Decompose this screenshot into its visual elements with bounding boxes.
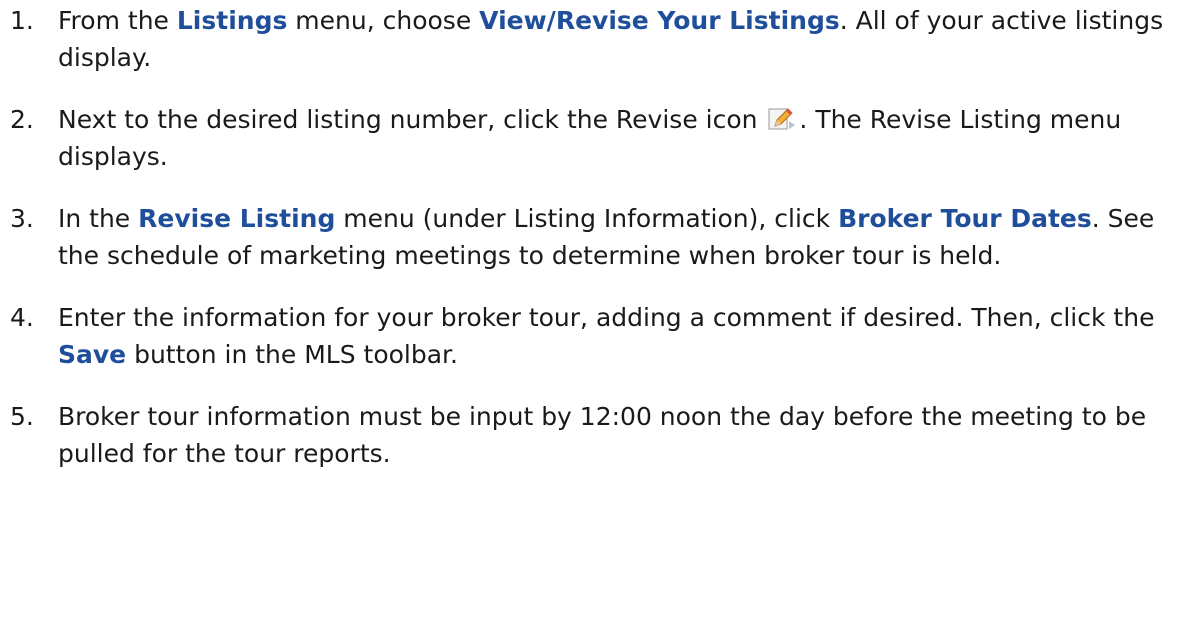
menu-keyword: Save bbox=[58, 340, 127, 369]
step-text-segment: Next to the desired listing number, clic… bbox=[58, 105, 766, 134]
step-number: 1. bbox=[10, 6, 34, 35]
step-item-5: 5. Broker tour information must be input … bbox=[0, 398, 1202, 472]
step-text-segment: menu (under Listing Information), click bbox=[335, 204, 839, 233]
step-text: Enter the information for your broker to… bbox=[58, 303, 1154, 369]
step-list: 1. From the Listings menu, choose View/Re… bbox=[0, 2, 1202, 472]
step-text-segment: Broker tour information must be input by… bbox=[58, 402, 1147, 468]
menu-keyword: Listings bbox=[176, 6, 288, 35]
step-text-segment: menu, choose bbox=[287, 6, 480, 35]
step-number: 3. bbox=[10, 204, 34, 233]
menu-keyword: View/Revise Your Listings bbox=[479, 6, 840, 35]
step-text-segment: button in the MLS toolbar. bbox=[126, 340, 458, 369]
step-text: Broker tour information must be input by… bbox=[58, 402, 1146, 468]
step-item-4: 4. Enter the information for your broker … bbox=[0, 299, 1202, 373]
step-text-segment: From the bbox=[58, 6, 177, 35]
step-item-2: 2. Next to the desired listing number, cl… bbox=[0, 101, 1202, 175]
step-text: In the Revise Listing menu (under Listin… bbox=[58, 204, 1154, 270]
revise-pencil-icon bbox=[767, 106, 797, 132]
step-text-segment: In the bbox=[58, 204, 139, 233]
instructions-document: 1. From the Listings menu, choose View/Re… bbox=[0, 0, 1202, 633]
step-text: Next to the desired listing number, clic… bbox=[58, 105, 1121, 171]
step-number: 5. bbox=[10, 402, 34, 431]
step-item-3: 3. In the Revise Listing menu (under List… bbox=[0, 200, 1202, 274]
step-item-1: 1. From the Listings menu, choose View/Re… bbox=[0, 2, 1202, 76]
step-text-segment: Enter the information for your broker to… bbox=[58, 303, 1155, 332]
step-number: 2. bbox=[10, 105, 34, 134]
menu-keyword: Revise Listing bbox=[138, 204, 336, 233]
menu-keyword: Broker Tour Dates bbox=[838, 204, 1092, 233]
step-text: From the Listings menu, choose View/Revi… bbox=[58, 6, 1163, 72]
step-number: 4. bbox=[10, 303, 34, 332]
